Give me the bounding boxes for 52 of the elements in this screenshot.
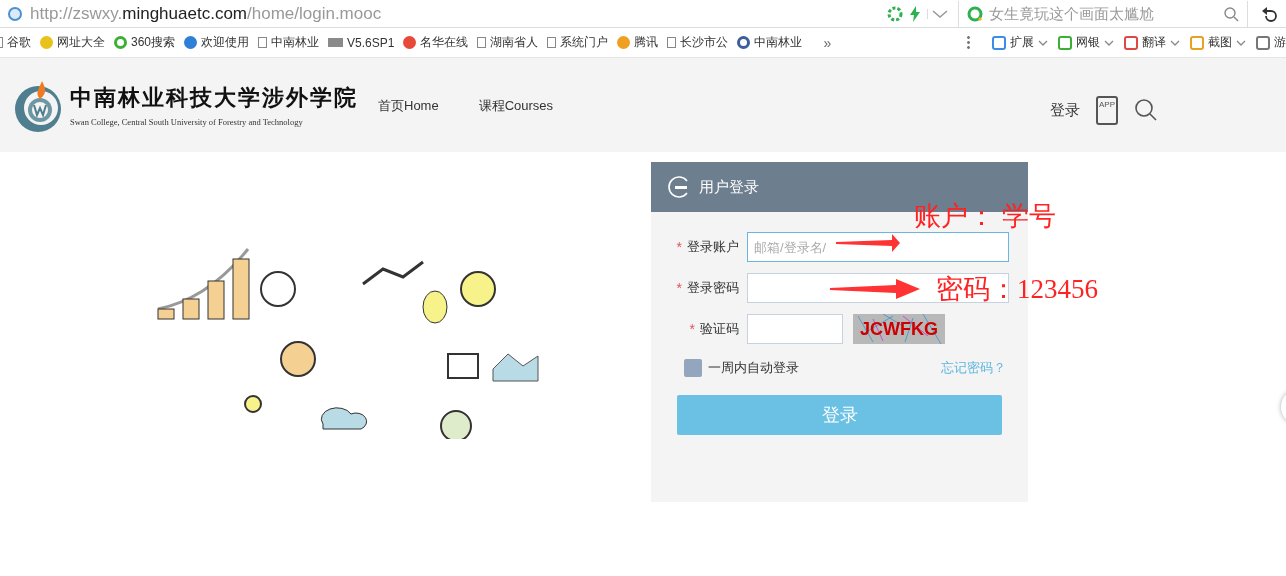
bookmark-item[interactable]: V5.6SP1 xyxy=(328,35,395,50)
loading-icon[interactable] xyxy=(887,5,903,22)
college-subtitle: Swan College, Central South University of Forestry and Technology xyxy=(70,117,304,127)
more-icon[interactable] xyxy=(967,35,970,50)
app-phone-icon[interactable]: APP xyxy=(1096,95,1118,125)
more-bookmarks-button[interactable]: » xyxy=(823,34,832,51)
address-field[interactable]: http://zswxy.minghuaetc.com/home/login.mooc xyxy=(30,3,382,24)
page-icon xyxy=(258,37,268,48)
login-link[interactable]: 登录 xyxy=(1050,100,1080,120)
checkbox[interactable] xyxy=(684,359,702,377)
nav-link[interactable]: 课程Courses xyxy=(478,97,554,115)
bookmark-item[interactable]: 腾讯 xyxy=(617,34,659,51)
input-field[interactable] xyxy=(747,314,843,344)
bookmark-item[interactable]: 360搜索 xyxy=(114,34,176,51)
field-label: 登录账户 xyxy=(687,238,739,256)
bookmark-item[interactable]: 中南林业 xyxy=(258,34,320,51)
bookmark-item[interactable]: 中南林业 xyxy=(737,34,803,51)
nav-link[interactable]: 首页Home xyxy=(378,97,439,115)
bookmark-item[interactable]: 湖南省人 xyxy=(477,34,539,51)
college-name: 中南林业科技大学涉外学院 xyxy=(70,83,358,112)
search-icon[interactable] xyxy=(1223,5,1239,22)
toolbar-item[interactable]: 游 xyxy=(1256,34,1286,51)
bookmark-item[interactable]: 网址大全 xyxy=(40,34,105,51)
search-icon[interactable] xyxy=(1134,98,1158,122)
required-mark: * xyxy=(676,239,682,255)
annotation-text: 密码：123456 xyxy=(936,273,1098,306)
page-icon xyxy=(477,37,487,48)
field-label: 验证码 xyxy=(700,320,739,338)
toolbar-item[interactable]: 翻译 xyxy=(1124,34,1180,51)
undo-icon[interactable] xyxy=(1260,4,1278,23)
panel-title: 用户登录 xyxy=(699,177,759,197)
field-label: 登录密码 xyxy=(687,279,739,297)
bookmark-item[interactable]: 欢迎使用 xyxy=(184,34,250,51)
bookmark-item[interactable]: 谷歌 xyxy=(0,34,31,51)
lightning-icon[interactable] xyxy=(909,5,921,22)
collapse-icon[interactable] xyxy=(667,175,691,199)
required-mark: * xyxy=(689,321,695,337)
toolbar-item[interactable]: 扩展 xyxy=(992,34,1048,51)
required-mark: * xyxy=(676,280,682,296)
checkbox-label: 一周内自动登录 xyxy=(708,359,799,377)
toolbar-item[interactable]: 网银 xyxy=(1058,34,1114,51)
search-engine-icon xyxy=(967,5,983,22)
page-icon xyxy=(547,37,557,48)
input-field[interactable]: 邮箱/登录名/ xyxy=(747,232,1009,262)
bookmark-item[interactable]: 长沙市公 xyxy=(667,34,729,51)
toolbar-item[interactable]: 截图 xyxy=(1190,34,1246,51)
page-icon xyxy=(667,37,677,48)
bookmark-item[interactable]: 系统门户 xyxy=(547,34,609,51)
search-field[interactable]: 女生竟玩这个画面太尴尬 xyxy=(987,4,1219,23)
bookmark-item[interactable]: 名华在线 xyxy=(403,34,469,51)
input-field[interactable] xyxy=(747,273,1009,303)
globe-icon xyxy=(8,6,22,21)
